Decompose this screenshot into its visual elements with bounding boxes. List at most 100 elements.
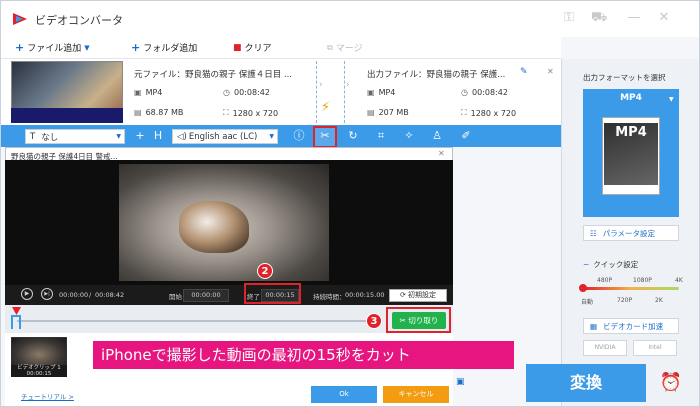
quality-auto: 自動 — [581, 299, 594, 306]
clock-icon: ◷ — [223, 88, 230, 97]
cut-button-highlight — [386, 307, 451, 333]
refresh-icon: ⟳ — [399, 291, 409, 299]
gpu-card-icon: ▦ — [590, 321, 598, 331]
intel-chip[interactable]: Intel — [633, 340, 677, 356]
thumbnail-caption-strip — [11, 108, 123, 123]
step-badge-2: 2 — [257, 263, 273, 279]
chevron-down-icon: ▼ — [669, 96, 674, 103]
source-file-label: 元ファイル：野良猫の親子 保護４日目 ... — [134, 70, 293, 80]
remove-file-icon[interactable]: ✕ — [547, 67, 554, 76]
source-format: ▣ MP4 — [134, 88, 163, 97]
info-icon[interactable]: ⓘ — [291, 128, 307, 144]
chevron-down-icon: ▼ — [116, 133, 121, 140]
audio-track-select[interactable]: ◁) English aac (LC) ▼ — [172, 129, 278, 144]
convert-button[interactable]: 変換 — [526, 364, 646, 402]
subtitle-select[interactable]: T なし ▼ — [25, 129, 125, 144]
file-size-icon: ▤ — [367, 108, 375, 117]
quality-slider-knob[interactable] — [579, 284, 587, 292]
plus-icon: + — [15, 41, 25, 54]
file-size-icon: ▤ — [134, 108, 142, 117]
tutorial-link[interactable]: チュートリアル > — [21, 391, 74, 401]
quality-720p: 720P — [617, 297, 633, 304]
alarm-clock-icon[interactable]: ⏰ — [657, 369, 685, 397]
start-label: 開始 — [169, 293, 182, 301]
output-size: ▤ 207 MB — [367, 108, 409, 117]
cart-icon[interactable]: ⛟ — [591, 10, 607, 26]
watermark-person-icon[interactable]: ♙ — [429, 128, 445, 144]
quality-4k: 4K — [675, 277, 683, 284]
subtitle-edit-icon[interactable]: ✐ — [458, 128, 474, 144]
nvidia-chip[interactable]: NVIDIA — [583, 340, 627, 356]
select-format-label: 出力フォーマットを選択 — [583, 73, 666, 82]
current-time: 00:00:00 — [59, 291, 89, 299]
output-file-label: 出力ファイル：野良猫の親子 保護... — [367, 70, 506, 80]
quality-slider[interactable] — [583, 287, 679, 290]
quality-480p: 480P — [597, 277, 613, 284]
close-window-button[interactable]: ✕ — [656, 10, 672, 26]
clock-icon: ◷ — [461, 88, 468, 97]
arrow-right-icon: › — [319, 80, 323, 90]
play-icon[interactable]: ▶ — [21, 288, 33, 300]
trim-handle[interactable] — [11, 315, 21, 329]
rotate-icon[interactable]: ↻ — [345, 128, 361, 144]
clip-caption: ビデオクリップ 1 00:00:15 — [11, 365, 67, 377]
cat-image — [179, 201, 249, 253]
chevron-down-icon: ▼ — [269, 133, 274, 140]
end-time-highlight — [244, 283, 301, 304]
source-resolution: ⛶ 1280 x 720 — [223, 108, 279, 118]
collapse-icon: − — [583, 260, 590, 269]
divider — [316, 61, 317, 123]
annotation-banner: iPhoneで撮影した動画の最初の15秒をカット — [93, 341, 514, 369]
mp4-icon-label: MP4 — [615, 125, 647, 140]
sliders-icon: ☷ — [590, 228, 597, 238]
quick-settings: − クイック設定 — [583, 260, 639, 269]
text-icon: T — [30, 131, 36, 142]
edit-pencil-icon[interactable]: ✎ — [520, 67, 528, 77]
resolution-icon: ⛶ — [461, 108, 467, 117]
add-subtitle-icon[interactable]: + — [132, 128, 148, 144]
dialog-close-icon[interactable]: ✕ — [438, 149, 445, 158]
total-time: 00:08:42 — [95, 291, 125, 299]
ok-button[interactable]: Ok — [311, 386, 377, 403]
clear-button[interactable]: ■ クリア — [233, 41, 272, 55]
gpu-acceleration-button[interactable]: ▦ ビデオカード加速 — [583, 318, 679, 334]
timeline-track[interactable] — [17, 320, 367, 322]
trash-icon: ■ — [233, 42, 242, 53]
parameter-settings-button[interactable]: ☷ パラメータ設定 — [583, 225, 679, 241]
reset-button[interactable]: ⟳ 初期設定 — [389, 289, 447, 302]
speaker-icon: ◁) — [177, 131, 187, 142]
time-separator: / — [89, 291, 92, 299]
add-folder-button[interactable]: + フォルダ追加 — [131, 41, 197, 54]
subtitle-h-icon[interactable]: H — [150, 128, 166, 144]
output-resolution: ⛶ 1280 x 720 — [461, 108, 517, 118]
crop-icon[interactable]: ⌗ — [373, 128, 389, 144]
effects-wand-icon[interactable]: ✧ — [401, 128, 417, 144]
cancel-button[interactable]: キャンセル — [383, 386, 449, 403]
source-duration: ◷ 00:08:42 — [223, 88, 270, 97]
duration-value: 00:00:15.00 — [345, 291, 385, 299]
step-badge-3: 3 — [366, 313, 382, 329]
app-title: ビデオコンバータ — [35, 14, 123, 27]
add-file-button[interactable]: + ファイル追加 ▼ — [15, 41, 90, 54]
lightning-icon: ⚡ — [321, 100, 331, 115]
output-format: ▣ MP4 — [367, 88, 396, 97]
folder-icon[interactable]: ▣ — [456, 377, 465, 387]
source-size: ▤ 68.87 MB — [134, 108, 184, 117]
key-icon[interactable]: ⚿ — [561, 10, 577, 26]
scissors-icon[interactable]: ✂ — [317, 128, 333, 144]
chevron-down-icon: ▼ — [84, 43, 90, 52]
step-forward-icon[interactable]: ▶| — [41, 288, 53, 300]
arrow-right-icon: › — [346, 80, 350, 90]
resolution-icon: ⛶ — [223, 108, 229, 117]
format-name: MP4 — [620, 93, 642, 103]
duration-label: 持続時間： — [313, 293, 346, 301]
quality-2k: 2K — [655, 297, 663, 304]
output-duration: ◷ 00:08:42 — [461, 88, 508, 97]
video-converter-window: ビデオコンバータ ⚿ ⛟ — ✕ + ファイル追加 ▼ + フォルダ追加 ■ ク… — [0, 0, 700, 407]
merge-button[interactable]: ⧉ マージ — [327, 41, 363, 55]
minimize-button[interactable]: — — [626, 10, 642, 26]
merge-icon: ⧉ — [327, 42, 333, 52]
format-icon: ▣ — [134, 88, 142, 97]
start-time-input[interactable]: 00:00:00 — [183, 289, 229, 302]
app-logo-icon — [13, 13, 27, 25]
